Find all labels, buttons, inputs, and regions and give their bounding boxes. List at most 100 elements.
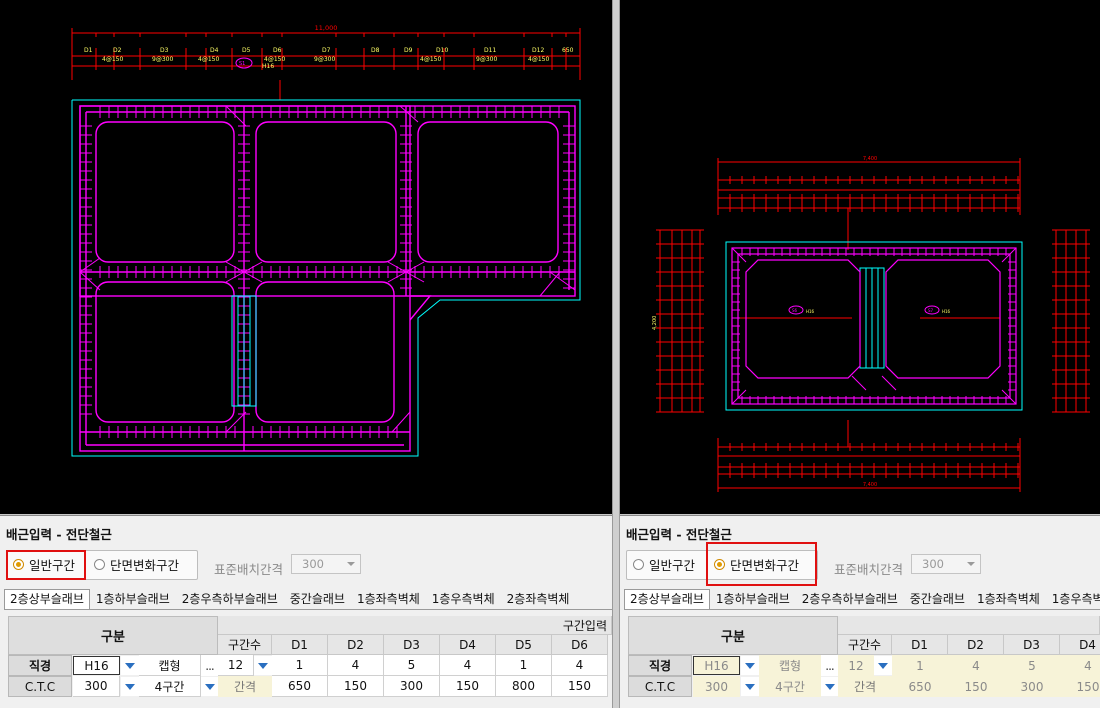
ctc-dropdown[interactable]: [121, 677, 139, 696]
left-pane: 11,000 D1 D2 D3 D4 D5 D6 D7 D8 D9 D10 D11 D12 650 4@1…: [0, 0, 612, 708]
dim-label: D7: [322, 47, 331, 54]
spacing-cell[interactable]: 150: [328, 676, 384, 697]
spacing-cell[interactable]: 150: [552, 676, 608, 697]
radio-normal-section[interactable]: 일반구간: [633, 554, 695, 574]
tab-item[interactable]: 1층하부슬래브: [710, 589, 796, 610]
more-options-button[interactable]: ...: [201, 655, 218, 676]
spacing-cell[interactable]: 150: [440, 676, 496, 697]
count-cell[interactable]: 4: [552, 655, 608, 676]
count-cell[interactable]: 4: [948, 655, 1004, 676]
count-cell[interactable]: 4: [328, 655, 384, 676]
left-mark: S1: [239, 61, 245, 67]
dim-label: D9: [404, 47, 413, 54]
bar-size-dropdown[interactable]: [741, 656, 759, 675]
count-cell[interactable]: 5: [384, 655, 440, 676]
grid-header-col: D4: [1060, 635, 1100, 655]
row-label-diameter: 직경: [8, 655, 72, 676]
section-count-dropdown[interactable]: [874, 656, 892, 675]
radio-section-change[interactable]: 단면변화구간: [94, 554, 179, 574]
sections-dropdown[interactable]: [821, 677, 838, 696]
spacing-cell[interactable]: 300: [384, 676, 440, 697]
count-cell[interactable]: 1: [892, 655, 948, 676]
right-cad-canvas[interactable]: 7,400 7,400 4,200 S6 H16 S7 H16: [620, 0, 1100, 514]
count-cell[interactable]: 5: [1004, 655, 1060, 676]
row-label-ctc: C.T.C: [628, 676, 692, 697]
bar-type-select[interactable]: 캡형: [759, 655, 821, 676]
chevron-down-icon: [745, 662, 755, 669]
count-cell[interactable]: 4: [1060, 655, 1100, 676]
bar-size-input[interactable]: H16: [73, 656, 120, 675]
grid-header-col: D5: [496, 635, 552, 655]
bar-size-dropdown[interactable]: [121, 656, 139, 675]
bar-type-select[interactable]: 캡형: [139, 655, 201, 676]
spacing-cell[interactable]: 300: [1004, 676, 1060, 697]
grid-header-col: D1: [272, 635, 328, 655]
tab-item[interactable]: 1층우측벽체: [1046, 589, 1100, 610]
spacing-label: 4@150: [102, 56, 123, 63]
row-label-diameter: 직경: [628, 655, 692, 676]
chevron-down-icon: [125, 662, 135, 669]
right-overall-dim-top: 7,400: [863, 156, 877, 162]
ctc-select[interactable]: 300: [693, 676, 740, 697]
dim-label: D6: [273, 47, 282, 54]
grid-header-count: 구간수: [838, 635, 892, 655]
radio-label: 단면변화구간: [110, 557, 180, 573]
section-count-select[interactable]: 12: [838, 655, 874, 676]
highlight-box: [6, 550, 86, 580]
dim-label: D12: [532, 47, 544, 54]
tab-item[interactable]: 1층하부슬래브: [90, 589, 176, 610]
right-bar-2: H16: [942, 309, 951, 314]
pane-divider[interactable]: [612, 0, 620, 708]
left-shear-rebar-panel: 배근입력 - 전단철근 일반구간 단면변화구간 표준배치간격 300 2층상부슬…: [0, 515, 612, 708]
section-type-group: 일반구간 단면변화구간 표준배치간격 300: [626, 542, 1096, 586]
spacing-cell[interactable]: 650: [272, 676, 328, 697]
row-label-ctc: C.T.C: [8, 676, 72, 697]
spacing-cell[interactable]: 650: [892, 676, 948, 697]
sections-select[interactable]: 4구간: [759, 676, 821, 697]
tab-item[interactable]: 중간슬래브: [284, 589, 351, 610]
count-cell[interactable]: 1: [272, 655, 328, 676]
radio-label: 일반구간: [649, 557, 696, 573]
chevron-down-icon: [824, 683, 835, 690]
sections-select[interactable]: 4구간: [139, 676, 201, 697]
tab-item[interactable]: 중간슬래브: [904, 589, 971, 610]
tab-item[interactable]: 2층상부슬래브: [4, 589, 90, 609]
sections-dropdown[interactable]: [201, 677, 218, 696]
section-count-dropdown[interactable]: [254, 656, 272, 675]
count-cell[interactable]: 4: [440, 655, 496, 676]
tab-item[interactable]: 2층좌측벽체: [501, 589, 576, 610]
spacing-cell[interactable]: 800: [496, 676, 552, 697]
right-height-dim: 4,200: [652, 316, 658, 330]
panel-title: 배근입력 - 전단철근: [626, 527, 732, 542]
bar-label: H16: [262, 63, 274, 70]
more-options-button[interactable]: ...: [821, 655, 838, 676]
dim-label: D8: [371, 47, 380, 54]
bar-size-input[interactable]: H16: [693, 656, 740, 675]
right-bar-1: H16: [806, 309, 815, 314]
left-cad-canvas[interactable]: 11,000 D1 D2 D3 D4 D5 D6 D7 D8 D9 D10 D11 D12 650 4@1…: [0, 0, 612, 514]
tab-item[interactable]: 2층우측하부슬래브: [176, 589, 284, 610]
std-spacing-select[interactable]: 300: [911, 554, 981, 574]
right-cad-drawing: 7,400 7,400 4,200 S6 H16 S7 H16: [652, 156, 1090, 492]
grid-header-col: D3: [384, 635, 440, 655]
section-count-select[interactable]: 12: [218, 655, 254, 676]
tab-item[interactable]: 2층우측하부슬래브: [796, 589, 904, 610]
chevron-down-icon: [125, 683, 135, 690]
spacing-label: 4@150: [528, 56, 549, 63]
std-spacing-value: 300: [922, 557, 944, 571]
tab-item[interactable]: 1층좌측벽체: [351, 589, 426, 610]
spacing-cell[interactable]: 150: [1060, 676, 1100, 697]
spacing-label: 4@150: [420, 56, 441, 63]
tab-item[interactable]: 1층좌측벽체: [971, 589, 1046, 610]
tab-item[interactable]: 2층상부슬래브: [624, 589, 710, 609]
ctc-select[interactable]: 300: [73, 676, 120, 697]
std-spacing-label: 표준배치간격: [214, 562, 284, 577]
spacing-cell[interactable]: 150: [948, 676, 1004, 697]
count-cell[interactable]: 1: [496, 655, 552, 676]
std-spacing-select[interactable]: 300: [291, 554, 361, 574]
chevron-down-icon: [347, 562, 355, 566]
ctc-dropdown[interactable]: [741, 677, 759, 696]
tab-item[interactable]: 1층우측벽체: [426, 589, 501, 610]
radio-unchecked-icon: [94, 558, 105, 570]
right-mark-1: S6: [792, 308, 798, 313]
